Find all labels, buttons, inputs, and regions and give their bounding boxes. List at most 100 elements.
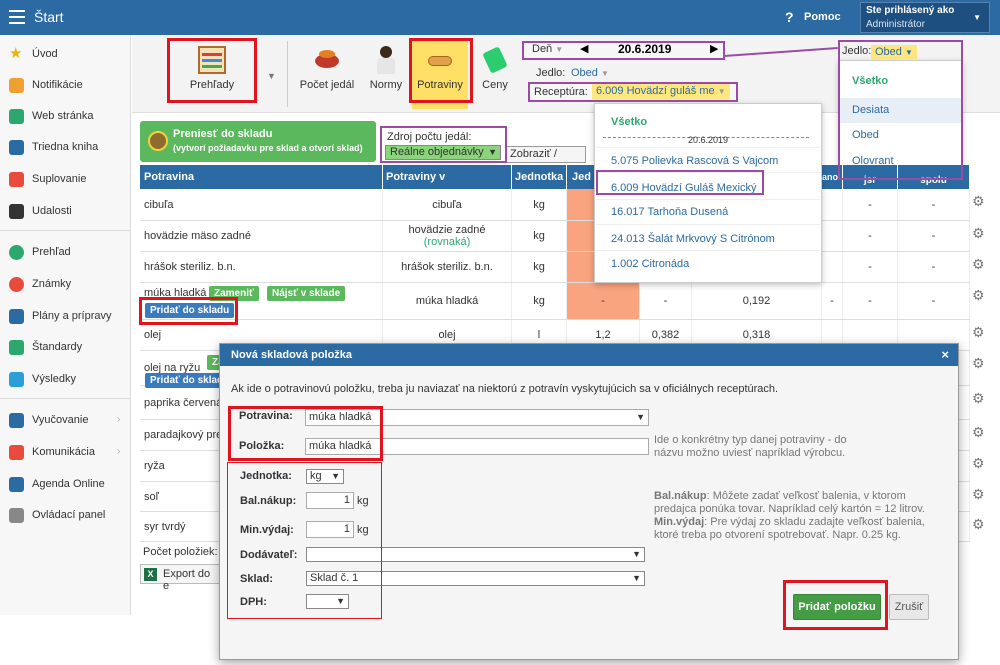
sidebar-item-0[interactable]: ★ Úvod <box>0 43 131 67</box>
gear-icon[interactable]: ⚙ <box>972 287 985 304</box>
table-cell: kg <box>512 283 567 319</box>
basket-icon <box>148 131 168 151</box>
table-cell: cibuľa <box>140 189 383 220</box>
person-icon <box>9 172 24 187</box>
top-bar: Štart ? Pomoc Ste prihlásený ako Adminis… <box>0 0 1000 35</box>
sidebar-item-14[interactable]: Ovládací panel <box>0 504 131 528</box>
cell-text: hrášok steriliz. b.n. <box>401 261 493 273</box>
receptura-option[interactable]: 1.002 Citronáda <box>611 258 689 270</box>
sidebar-item-label: Vyučovanie <box>32 414 89 426</box>
sidebar-item-12[interactable]: Komunikácia › <box>0 441 131 465</box>
check-icon <box>9 245 24 260</box>
help-link[interactable]: Pomoc <box>804 11 841 23</box>
gear-icon[interactable]: ⚙ <box>972 424 985 441</box>
transfer-to-stock-button[interactable]: Preniesť do skladu (vytvorí požiadavku p… <box>140 121 376 162</box>
table-cell: - <box>898 252 970 282</box>
app-title[interactable]: Štart <box>34 9 64 25</box>
cell-text: soľ <box>144 490 159 503</box>
book-open-icon <box>9 413 24 428</box>
ceny-button[interactable]: Ceny <box>472 39 518 109</box>
polozka-hint: Ide o konkrétny typ danej potraviny - do… <box>654 434 847 459</box>
dialog-title: Nová skladová položka <box>231 349 353 361</box>
grade-icon <box>9 277 24 292</box>
receptura-option[interactable]: 5.075 Polievka Rascová S Vajcom <box>611 155 778 167</box>
gear-icon[interactable]: ⚙ <box>972 355 985 372</box>
cell-text: - <box>868 198 872 211</box>
cell-text: - <box>868 230 872 242</box>
cell-text: - <box>931 295 936 307</box>
sidebar-divider <box>0 230 131 231</box>
sidebar: ★ Úvod Notifikácie Web stránka Triedna kniha… <box>0 35 131 615</box>
sidebar-item-9[interactable]: Štandardy <box>0 336 131 360</box>
header-potravina[interactable]: Potravina <box>140 165 383 189</box>
sidebar-item-2[interactable]: Web stránka <box>0 105 131 129</box>
book-icon <box>9 140 24 155</box>
sidebar-item-10[interactable]: Výsledky <box>0 368 131 392</box>
gear-icon[interactable]: ⚙ <box>972 324 985 341</box>
gear-icon[interactable]: ⚙ <box>972 225 985 242</box>
sidebar-item-5[interactable]: Udalosti <box>0 200 131 224</box>
gear-icon[interactable]: ⚙ <box>972 486 985 503</box>
close-icon[interactable]: × <box>941 347 949 362</box>
receptura-option[interactable]: 24.013 Šalát Mrkvový S Citrónom <box>611 233 775 245</box>
receptura-option-all[interactable]: Všetko <box>611 116 647 128</box>
calendar-icon <box>9 204 24 219</box>
gear-icon[interactable]: ⚙ <box>972 390 985 407</box>
table-cell: kg <box>512 189 567 220</box>
cell-text: - <box>868 295 872 307</box>
receptura-option[interactable]: 16.017 Tarhoňa Dusená <box>611 206 728 218</box>
gear-icon[interactable]: ⚙ <box>972 516 985 533</box>
help-icon[interactable]: ? <box>785 9 794 25</box>
cancel-button[interactable]: Zrušiť <box>889 594 929 620</box>
highlight-units <box>227 462 382 619</box>
prehlady-dropdown-icon[interactable]: ▼ <box>267 71 276 81</box>
sidebar-item-1[interactable]: Notifikácie <box>0 74 131 98</box>
sidebar-item-label: Agenda Online <box>32 478 105 490</box>
cell-text: olej <box>144 329 162 341</box>
hamburger-menu-icon[interactable] <box>9 10 25 24</box>
sidebar-item-6[interactable]: Prehľad <box>0 241 131 265</box>
sidebar-item-13[interactable]: Agenda Online <box>0 473 131 497</box>
cell-text: kg <box>533 261 545 273</box>
user-menu[interactable]: Ste prihlásený ako Administrátor ▼ <box>860 2 990 33</box>
gear-icon[interactable]: ⚙ <box>972 256 985 273</box>
chat-icon <box>9 445 24 460</box>
highlight-potravina-polozka <box>228 406 383 461</box>
cell-text: olej <box>438 329 456 341</box>
normy-button[interactable]: Normy <box>364 39 408 109</box>
table-cell <box>822 189 843 220</box>
jedlo-select[interactable]: Obed ▼ <box>571 67 609 79</box>
gear-icon[interactable]: ⚙ <box>972 193 985 210</box>
excel-icon: X <box>144 568 157 581</box>
pocet-jedal-label: Počet jedál <box>299 79 355 91</box>
sidebar-item-label: Udalosti <box>32 205 72 217</box>
table-cell: kg <box>512 221 567 251</box>
sidebar-item-11[interactable]: Vyučovanie › <box>0 409 131 433</box>
highlight-add-to-stock <box>139 297 238 325</box>
table-cell: - <box>567 283 640 319</box>
table-cell: 0,192 <box>692 283 822 319</box>
zobrazit-button[interactable]: Zobraziť / Upraviť <box>506 146 586 163</box>
export-label: Export do e <box>163 568 211 592</box>
add-to-stock-button-2[interactable]: Pridať do sklad <box>145 373 229 388</box>
gear-icon <box>9 508 24 523</box>
sidebar-item-4[interactable]: Suplovanie <box>0 168 131 192</box>
header-receptury[interactable]: Potraviny v receptúrach <box>383 165 512 207</box>
table-row: múka hladká múka hladká kg - -0,192- - - <box>140 283 970 320</box>
gear-icon[interactable]: ⚙ <box>972 455 985 472</box>
header-jednotka[interactable]: Jednotka <box>512 165 567 189</box>
sidebar-item-label: Notifikácie <box>32 79 83 91</box>
chevron-right-icon: › <box>117 414 121 425</box>
chevron-down-icon: ▼ <box>973 13 981 22</box>
sidebar-item-label: Triedna kniha <box>32 141 99 153</box>
dialog-header: Nová skladová položka × <box>220 344 958 366</box>
export-button[interactable]: X Export do e <box>140 564 220 592</box>
sidebar-item-7[interactable]: Známky <box>0 273 131 297</box>
transfer-subtitle: (vytvorí požiadavku pre sklad a otvorí s… <box>173 143 363 153</box>
pocet-jedal-button[interactable]: Počet jedál <box>294 39 360 109</box>
find-in-stock-button[interactable]: Nájsť v sklade <box>267 286 346 301</box>
table-row: hrášok steriliz. b.n. hrášok steriliz. b.… <box>140 252 970 283</box>
person-icon <box>372 46 400 74</box>
sidebar-item-8[interactable]: Plány a prípravy <box>0 305 131 329</box>
sidebar-item-3[interactable]: Triedna kniha <box>0 136 131 160</box>
